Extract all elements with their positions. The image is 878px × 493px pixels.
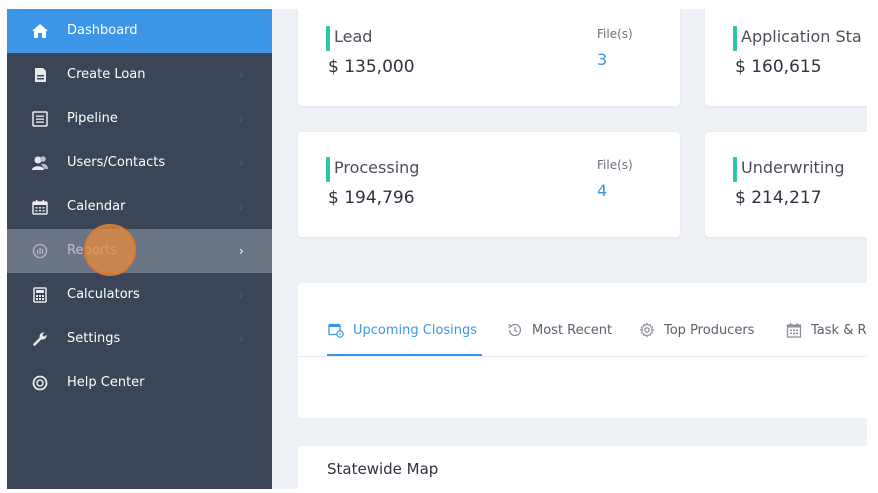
status-bar [733,26,737,51]
chevron-right-icon: › [239,112,244,126]
sidebar-item-settings[interactable]: Settings › [7,317,272,361]
sidebar-item-calendar[interactable]: Calendar › [7,185,272,229]
card-amount: $ 194,796 [328,188,415,208]
files-count[interactable]: 3 [597,50,607,69]
sidebar-item-create-loan[interactable]: Create Loan › [7,53,272,97]
wrench-icon [31,330,49,348]
document-icon [31,66,49,84]
map-title: Statewide Map [327,460,439,478]
sidebar: Dashboard Create Loan › Pipeline › Users… [7,9,272,489]
calculator-icon [31,286,49,304]
list-icon [31,110,49,128]
sidebar-item-calculators[interactable]: Calculators › [7,273,272,317]
chevron-right-icon: › [239,332,244,346]
sidebar-item-help-center[interactable]: Help Center [7,361,272,405]
card-title: Application Sta [741,27,862,46]
tab-upcoming-closings[interactable]: Upcoming Closings [327,305,477,355]
sidebar-item-label: Pipeline [67,111,118,126]
sidebar-item-label: Settings [67,331,121,346]
tab-top-producers[interactable]: Top Producers [638,305,754,355]
calendar-grid-icon [785,321,803,339]
tabs-divider [298,356,867,357]
stat-card-processing[interactable]: Processing $ 194,796 File(s) 4 [298,132,680,237]
reports-icon [31,242,49,260]
tab-label: Most Recent [532,322,613,338]
tab-label: Task & R [811,322,867,338]
stat-card-underwriting[interactable]: Underwriting $ 214,217 [705,132,867,237]
sidebar-item-users-contacts[interactable]: Users/Contacts › [7,141,272,185]
statewide-map-panel: Statewide Map [298,446,867,489]
chevron-right-icon: › [239,200,244,214]
tabs-panel: Upcoming Closings Most Recent Top Produc… [298,283,867,418]
calendar-icon [31,198,49,216]
sidebar-item-reports[interactable]: Reports › [7,229,272,273]
tab-label: Upcoming Closings [353,322,478,338]
sidebar-item-label: Users/Contacts [67,155,166,170]
sidebar-item-dashboard[interactable]: Dashboard [7,9,272,53]
status-bar [326,26,330,51]
chevron-right-icon: › [239,244,244,258]
card-amount: $ 214,217 [735,188,822,208]
click-cursor-indicator [84,224,136,276]
sidebar-item-label: Calculators [67,287,140,302]
status-bar [733,157,737,182]
files-label: File(s) [597,158,633,172]
calendar-clock-icon [327,321,345,339]
status-bar [326,157,330,182]
files-label: File(s) [597,27,633,41]
tab-task[interactable]: Task & R [785,305,867,355]
card-amount: $ 160,615 [735,57,822,77]
lifebuoy-icon [31,374,49,392]
sidebar-item-label: Dashboard [67,23,138,38]
sidebar-item-label: Help Center [67,375,145,390]
card-title: Lead [334,27,373,46]
app-frame: Dashboard Create Loan › Pipeline › Users… [7,9,867,489]
stat-card-application[interactable]: Application Sta $ 160,615 [705,9,867,106]
history-icon [506,321,524,339]
tab-most-recent[interactable]: Most Recent [506,305,612,355]
card-title: Underwriting [741,158,845,177]
sidebar-item-label: Calendar [67,199,126,214]
users-icon [31,154,49,172]
sidebar-item-pipeline[interactable]: Pipeline › [7,97,272,141]
chevron-right-icon: › [239,288,244,302]
chevron-right-icon: › [239,156,244,170]
card-title: Processing [334,158,420,177]
sidebar-item-label: Create Loan [67,67,146,82]
home-icon [31,22,49,40]
card-amount: $ 135,000 [328,57,415,77]
chevron-right-icon: › [239,68,244,82]
stat-card-lead[interactable]: Lead $ 135,000 File(s) 3 [298,9,680,106]
tab-label: Top Producers [664,322,755,338]
gear-icon [638,321,656,339]
files-count[interactable]: 4 [597,181,607,200]
